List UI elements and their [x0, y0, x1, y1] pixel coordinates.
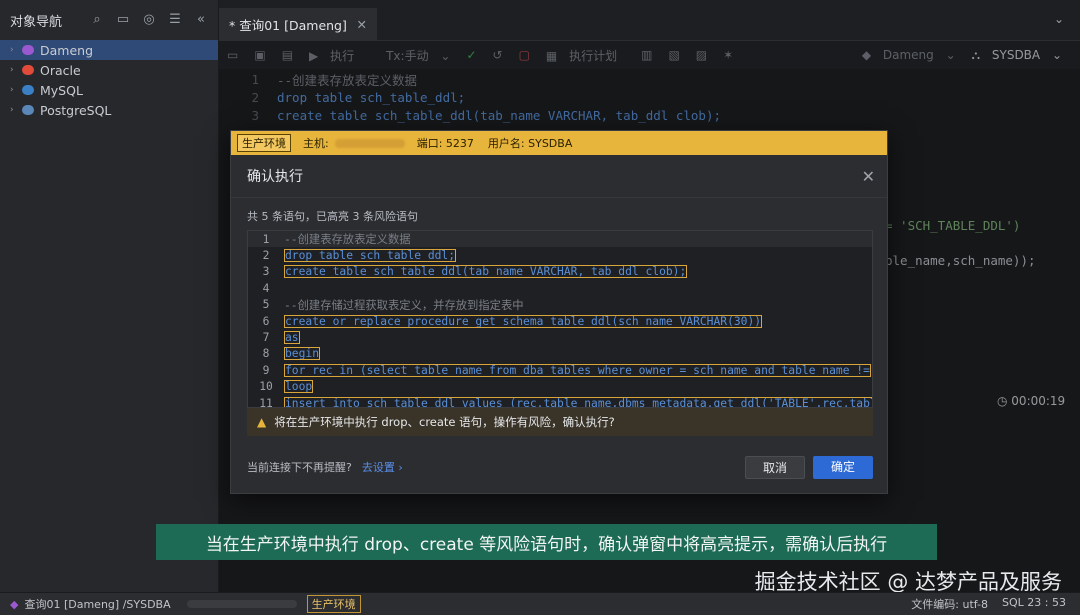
highlighted-statement: begin — [284, 347, 321, 361]
list-icon[interactable]: ☰ — [168, 13, 182, 27]
code-text: --创建存储过程获取表定义，并存放到指定表中 — [284, 298, 524, 312]
status-right: 文件编码: utf-8 SQL 23 : 53 — [911, 596, 1066, 612]
host-value-blurred — [334, 138, 405, 148]
status-connection: 查询01 [Dameng] /SYSDBA — [24, 598, 171, 611]
highlighted-statement: drop table sch_table_ddl; — [284, 249, 457, 263]
code-row: 3 create table sch_table_ddl(tab_name VAR… — [262, 265, 688, 279]
code-row: 4 — [262, 281, 270, 295]
dialog-summary: 共 5 条语句，已高亮 3 条风险语句 — [247, 210, 418, 223]
username-label: 用户名: SYSDBA — [487, 137, 573, 150]
db-item-oracle[interactable]: › Oracle — [0, 60, 218, 80]
navigator-title: 对象导航 — [10, 14, 63, 30]
code-row: 7 as — [262, 331, 300, 345]
db-label: MySQL — [40, 82, 83, 98]
warning-text: 将在生产环境中执行 drop、create 语句，操作有风险，确认执行? — [274, 415, 615, 429]
db-label: Dameng — [40, 42, 94, 58]
highlighted-statement: as — [284, 331, 300, 345]
host-label: 主机: — [303, 137, 329, 150]
dialog-title: 确认执行 — [247, 169, 303, 185]
navigator-header: 对象导航 ⌕ ▭ ◎ ☰ « — [0, 0, 218, 40]
confirm-button[interactable]: 确定 — [813, 455, 873, 479]
environment-bar: 生产环境 主机: 端口: 5237 用户名: SYSDBA — [231, 131, 887, 155]
highlighted-statement: create table sch_table_ddl(tab_name VARC… — [284, 265, 688, 279]
mysql-icon — [22, 85, 34, 95]
status-bar: ◆ 查询01 [Dameng] /SYSDBA 生产环境 文件编码: utf-8… — [0, 592, 1080, 615]
search-icon[interactable]: ⌕ — [90, 13, 104, 27]
tab-query01[interactable]: * 查询01 [Dameng] ✕ — [219, 8, 377, 40]
chevron-down-icon[interactable]: ⌄ — [1054, 12, 1064, 26]
code-row: 5 --创建存储过程获取表定义，并存放到指定表中 — [262, 298, 524, 312]
highlighted-statement: loop — [284, 380, 314, 394]
risk-code-preview[interactable]: 1 --创建表存放表定义数据 2 drop table sch_table_ddl;… — [247, 230, 873, 408]
video-caption: 当在生产环境中执行 drop、create 等风险语句时，确认弹窗中将高亮提示，… — [156, 524, 937, 560]
risk-warning: ▲ 将在生产环境中执行 drop、create 语句，操作有风险，确认执行? — [247, 408, 873, 436]
warning-icon: ▲ — [257, 415, 267, 429]
blurred-host — [186, 600, 297, 608]
code-row: 8 begin — [262, 347, 321, 361]
db-item-dameng[interactable]: › Dameng — [0, 40, 218, 60]
status-env-tag: 生产环境 — [306, 595, 361, 613]
code-row: 2 drop table sch_table_ddl; — [262, 249, 457, 263]
cancel-button[interactable]: 取消 — [745, 455, 805, 479]
db-label: PostgreSQL — [40, 102, 112, 118]
code-row: 6 create or replace procedure get_schema_… — [262, 314, 763, 328]
target-icon[interactable]: ◎ — [142, 13, 156, 27]
highlighted-statement: for rec in (select table_name from dba_t… — [284, 363, 871, 377]
settings-link[interactable]: 去设置 › — [362, 459, 403, 475]
chevron-right-icon[interactable]: › — [10, 105, 20, 115]
close-icon[interactable]: ✕ — [862, 167, 875, 186]
oracle-icon — [22, 65, 34, 75]
code-row: 10 loop — [259, 380, 314, 394]
chevron-right-icon[interactable]: › — [10, 45, 20, 55]
editor-tabs: * 查询01 [Dameng] ✕ ⌄ — [219, 0, 1080, 41]
dialog-header: 确认执行 ✕ — [231, 155, 887, 198]
reminder-text: 当前连接下不再提醒? — [247, 461, 352, 474]
code-row: 9 for rec in (select table_name from dba_… — [262, 363, 871, 377]
db-item-postgresql[interactable]: › PostgreSQL — [0, 100, 218, 120]
object-navigator: 对象导航 ⌕ ▭ ◎ ☰ « › Dameng › Oracle › MySQL… — [0, 0, 219, 592]
status-sql-position: SQL 23 : 53 — [1002, 596, 1066, 609]
code-row: 11 insert into sch_table_ddl values (rec.… — [248, 395, 872, 407]
dameng-icon: ◆ — [10, 597, 19, 611]
db-label: Oracle — [40, 62, 81, 78]
dialog-footer: 当前连接下不再提醒? 去设置 › 取消 确定 — [247, 455, 873, 479]
chevron-right-icon[interactable]: › — [10, 85, 20, 95]
confirm-dialog: 生产环境 主机: 端口: 5237 用户名: SYSDBA 确认执行 ✕ 共 5… — [230, 130, 888, 494]
status-encoding: 文件编码: utf-8 — [911, 598, 989, 611]
postgresql-icon — [22, 105, 34, 115]
chevron-right-icon[interactable]: › — [10, 65, 20, 75]
highlighted-statement: insert into sch_table_ddl values (rec.ta… — [284, 396, 872, 407]
collapse-icon[interactable]: « — [194, 13, 208, 27]
env-tag: 生产环境 — [237, 134, 291, 152]
close-icon[interactable]: ✕ — [357, 17, 367, 32]
code-row: 1 --创建表存放表定义数据 — [248, 231, 872, 248]
folder-add-icon[interactable]: ▭ — [116, 13, 130, 27]
highlighted-statement: create or replace procedure get_schema_t… — [284, 314, 763, 328]
port-label: 端口: 5237 — [416, 137, 474, 150]
tab-label: * 查询01 [Dameng] — [229, 17, 347, 33]
db-item-mysql[interactable]: › MySQL — [0, 80, 218, 100]
code-text: --创建表存放表定义数据 — [284, 233, 411, 247]
dameng-icon — [22, 45, 34, 55]
